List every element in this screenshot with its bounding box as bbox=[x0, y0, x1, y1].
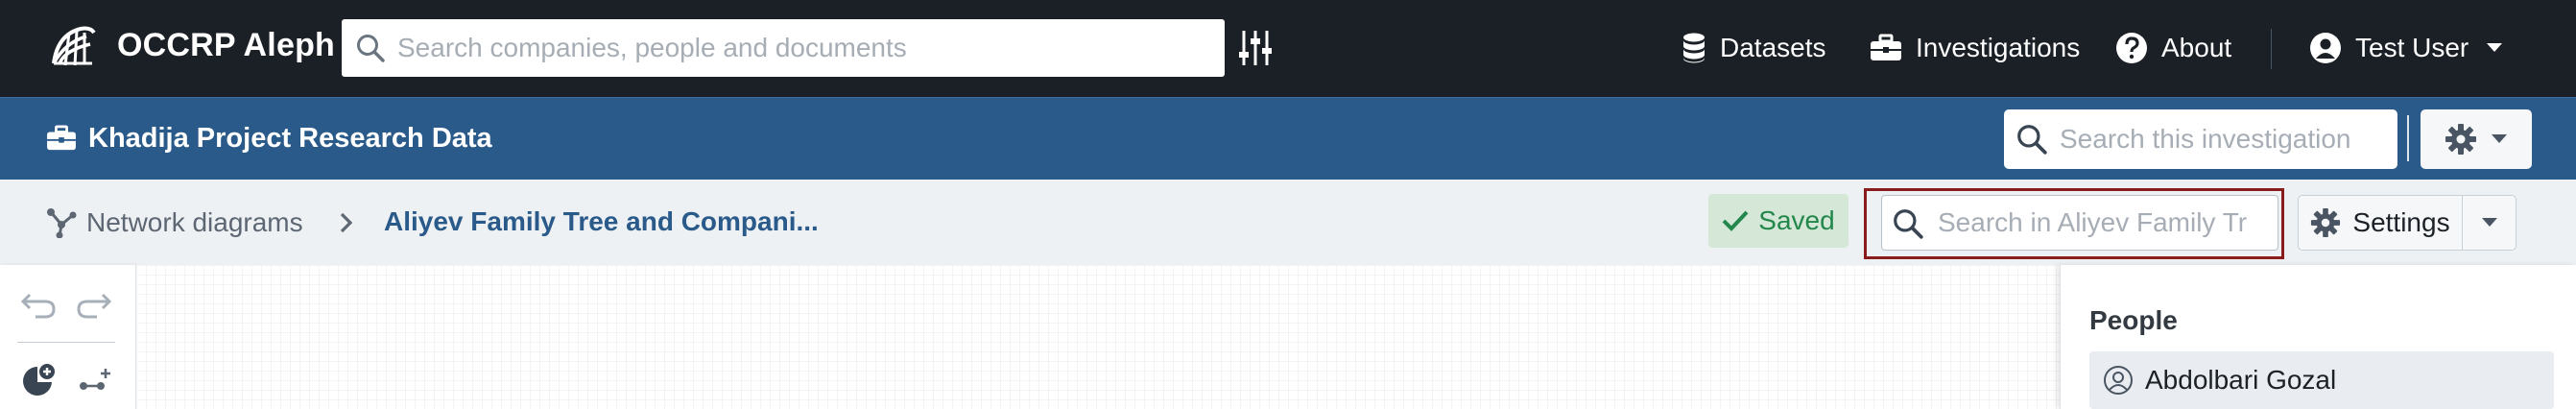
person-icon bbox=[2103, 365, 2134, 396]
nav-about-link[interactable]: About bbox=[2115, 24, 2231, 72]
undo-button[interactable] bbox=[17, 286, 60, 325]
investigation-search-box[interactable] bbox=[2004, 109, 2397, 169]
breadcrumb-network-diagrams[interactable]: Network diagrams bbox=[46, 203, 303, 243]
aleph-logo-icon[interactable] bbox=[48, 21, 98, 71]
briefcase-icon bbox=[46, 125, 77, 152]
toolbar-separator bbox=[2407, 115, 2409, 161]
sidebar-item-person[interactable]: Abdolbari Gozal bbox=[2089, 351, 2554, 409]
breadcrumb-current-diagram: Aliyev Family Tree and Compani... bbox=[384, 206, 819, 236]
chevron-down-icon bbox=[2486, 42, 2503, 54]
global-search-box[interactable] bbox=[342, 19, 1225, 77]
settings-label: Settings bbox=[2352, 207, 2450, 237]
redo-button[interactable] bbox=[73, 286, 115, 325]
add-edge-button[interactable] bbox=[73, 361, 115, 399]
graph-icon bbox=[46, 207, 77, 238]
database-icon bbox=[1682, 32, 1706, 64]
saved-label: Saved bbox=[1758, 205, 1835, 235]
chevron-right-icon bbox=[340, 212, 353, 233]
diagram-search-input[interactable] bbox=[1938, 196, 2276, 250]
gear-icon bbox=[2310, 207, 2341, 238]
chevron-down-icon bbox=[2491, 133, 2508, 145]
diagram-search-box[interactable] bbox=[1881, 195, 2278, 251]
settings-dropdown-button[interactable] bbox=[2463, 195, 2516, 251]
search-icon bbox=[1892, 207, 1924, 240]
chevron-down-icon bbox=[2481, 217, 2498, 229]
nav-datasets-link[interactable]: Datasets bbox=[1682, 24, 1826, 72]
app-title[interactable]: OCCRP Aleph bbox=[117, 27, 335, 64]
breadcrumb-section-label: Network diagrams bbox=[86, 207, 303, 237]
user-name: Test User bbox=[2355, 33, 2469, 62]
add-entity-button[interactable] bbox=[17, 361, 60, 399]
undo-icon bbox=[20, 291, 57, 320]
investigation-search-input[interactable] bbox=[2060, 109, 2386, 169]
nav-about-label: About bbox=[2161, 33, 2232, 62]
navbar-divider bbox=[2271, 29, 2272, 69]
network-diagram-canvas[interactable] bbox=[136, 265, 2060, 409]
nav-datasets-label: Datasets bbox=[1720, 33, 1826, 62]
search-icon bbox=[2015, 123, 2048, 156]
user-icon bbox=[2309, 32, 2342, 64]
diagram-toolbar bbox=[0, 265, 136, 409]
people-section-heading: People bbox=[2089, 305, 2178, 335]
diagram-settings-button[interactable]: Settings bbox=[2298, 195, 2463, 251]
gear-icon bbox=[2445, 123, 2477, 156]
top-navbar: OCCRP Aleph Datasets Investigations bbox=[0, 0, 2576, 97]
help-icon bbox=[2115, 32, 2148, 64]
investigation-title: Khadija Project Research Data bbox=[88, 122, 492, 154]
user-menu[interactable]: Test User bbox=[2309, 24, 2503, 72]
investigation-bar: Khadija Project Research Data bbox=[0, 97, 2576, 180]
briefcase-icon bbox=[1870, 34, 1902, 62]
investigation-title-link[interactable]: Khadija Project Research Data bbox=[46, 119, 492, 157]
entity-sidebar: People Abdolbari Gozal bbox=[2060, 265, 2576, 409]
add-entity-icon bbox=[20, 363, 57, 397]
checkmark-icon bbox=[1722, 209, 1749, 232]
search-filters-icon[interactable] bbox=[1238, 29, 1273, 67]
search-icon bbox=[355, 33, 386, 63]
redo-icon bbox=[76, 291, 112, 320]
global-search-input[interactable] bbox=[397, 19, 1213, 77]
toolbar-divider bbox=[17, 342, 115, 343]
saved-status-badge: Saved bbox=[1708, 194, 1849, 248]
nav-investigations-label: Investigations bbox=[1916, 33, 2081, 62]
investigation-settings-button[interactable] bbox=[2421, 109, 2532, 169]
nav-investigations-link[interactable]: Investigations bbox=[1870, 24, 2080, 72]
breadcrumb-bar: Network diagrams Aliyev Family Tree and … bbox=[0, 180, 2576, 265]
add-edge-icon bbox=[76, 363, 112, 397]
person-name: Abdolbari Gozal bbox=[2145, 365, 2337, 395]
